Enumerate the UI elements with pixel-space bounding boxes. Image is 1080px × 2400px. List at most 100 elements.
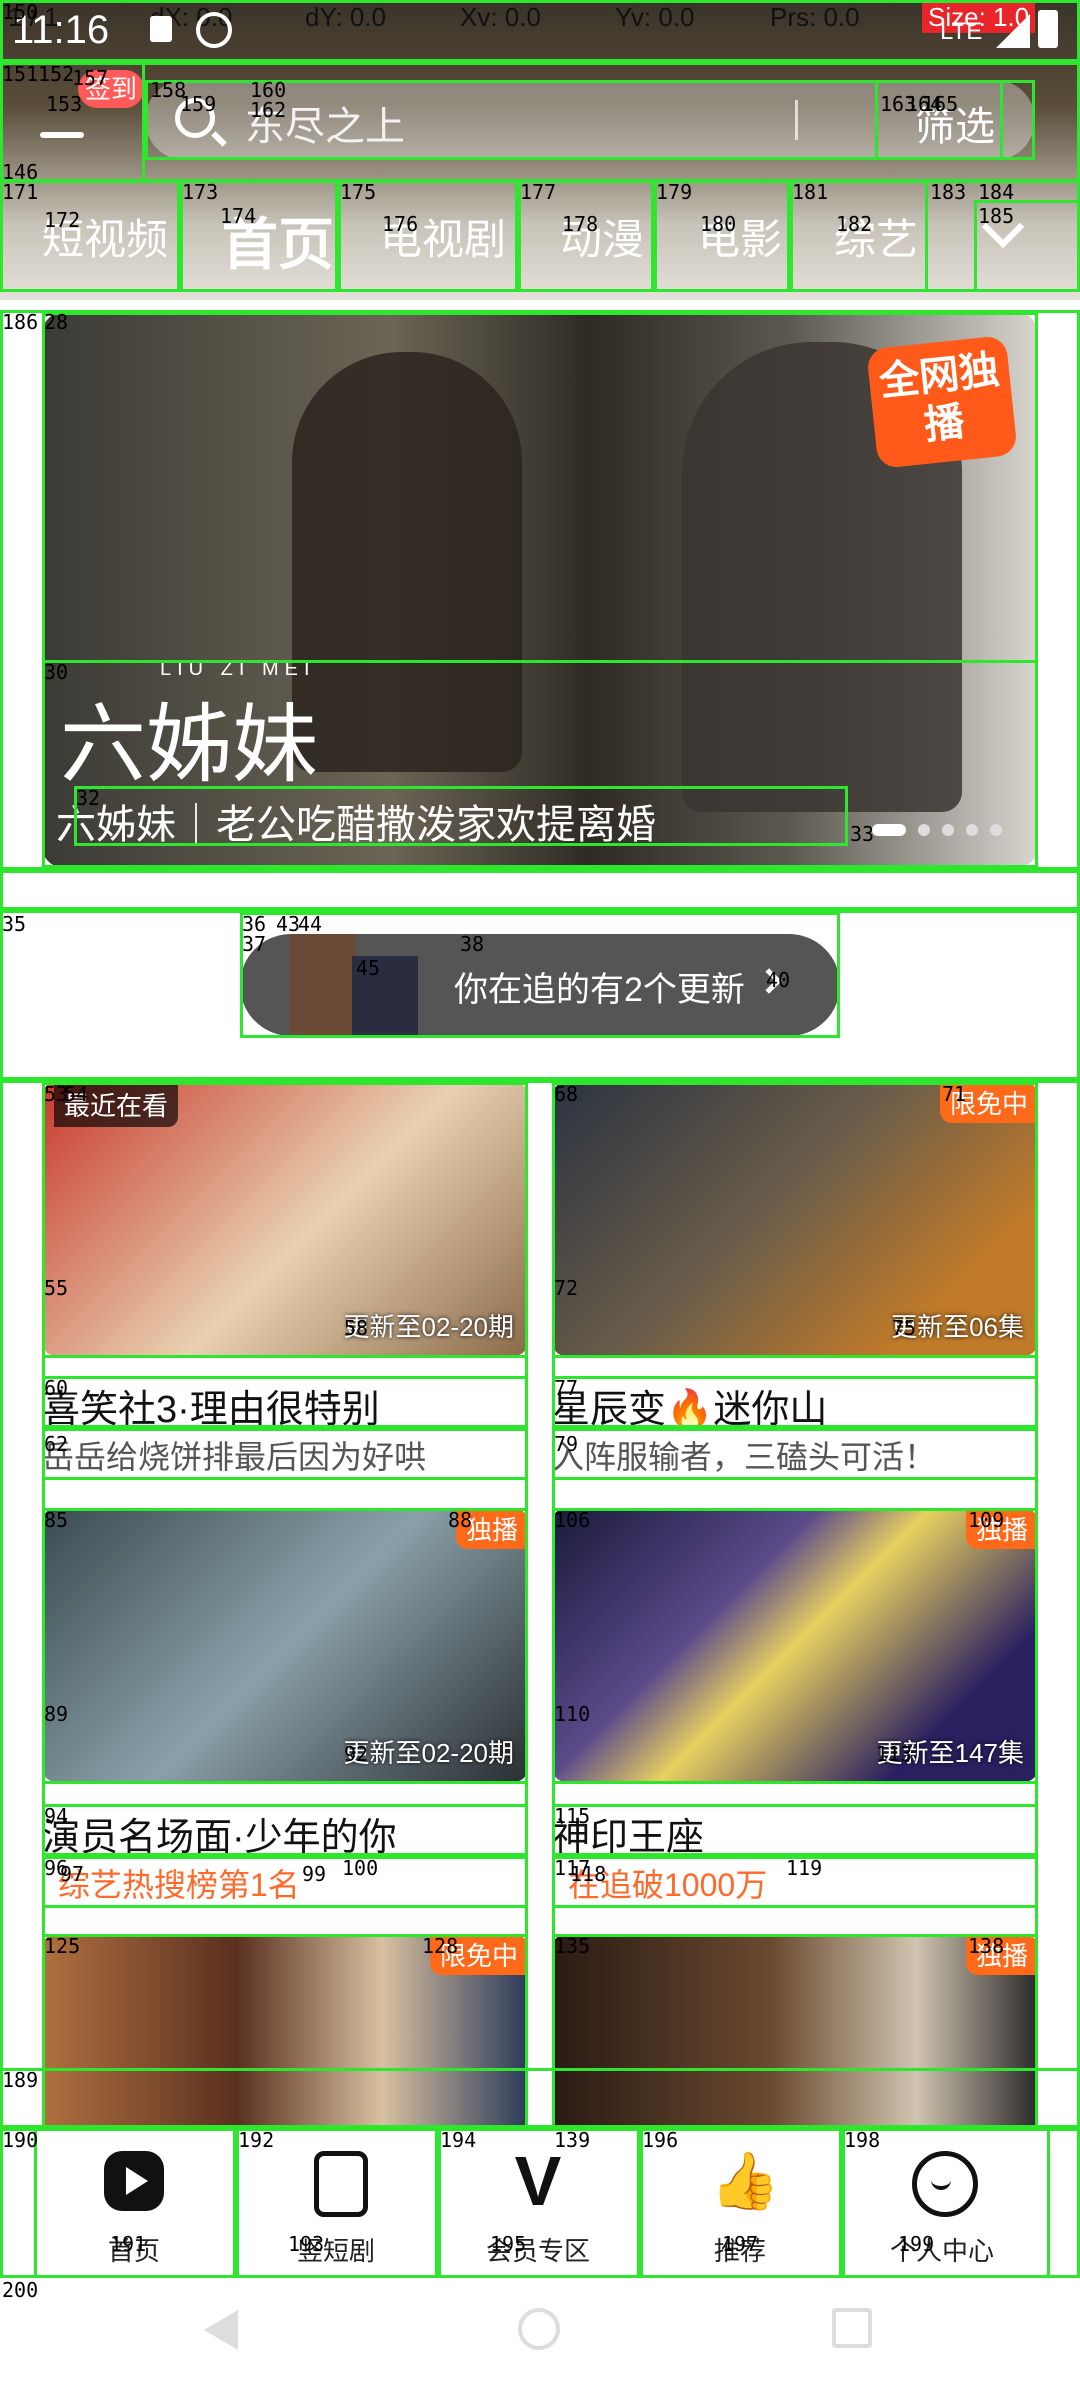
debug-index-tag: 118: [570, 1862, 607, 1886]
debug-box: [42, 1376, 528, 1428]
debug-index-tag: 194: [440, 2128, 477, 2152]
debug-index-tag: 139: [554, 2128, 591, 2152]
debug-index-tag: 146: [2, 160, 39, 184]
debug-index-tag: 160: [250, 78, 287, 102]
debug-index-tag: 125: [44, 1934, 81, 1958]
debug-index-tag: 174: [220, 204, 257, 228]
debug-index-tag: 171: [2, 180, 39, 204]
debug-index-tag: 189: [2, 2068, 39, 2092]
debug-index-tag: 99: [302, 1862, 327, 1886]
debug-index-tag: 135: [554, 1934, 591, 1958]
debug-index-tag: 75: [892, 1316, 917, 1340]
debug-index-tag: 30: [44, 660, 69, 684]
debug-index-tag: 58: [344, 1316, 369, 1340]
debug-index-tag: 54: [64, 1082, 89, 1106]
debug-index-tag: 183: [930, 180, 967, 204]
debug-index-tag: 37: [242, 932, 267, 956]
debug-index-tag: 97: [60, 1862, 85, 1886]
debug-index-tag: 200: [2, 2278, 39, 2302]
debug-index-tag: 60: [44, 1376, 69, 1400]
debug-index-tag: 89: [44, 1702, 69, 1726]
debug-index-tag: 159: [180, 92, 217, 116]
debug-index-tag: 150: [2, 0, 39, 24]
debug-index-tag: 177: [520, 180, 557, 204]
debug-index-tag: 179: [656, 180, 693, 204]
debug-index-tag: 79: [554, 1432, 579, 1456]
debug-box: [552, 1376, 1038, 1428]
debug-index-tag: 180: [700, 212, 737, 236]
debug-index-tag: 35: [2, 912, 27, 936]
debug-box: [42, 1082, 528, 1358]
debug-index-tag: 109: [968, 1508, 1005, 1532]
debug-index-tag: 40: [766, 968, 791, 992]
debug-index-tag: 68: [554, 1082, 579, 1106]
recents-icon[interactable]: [832, 2308, 872, 2348]
debug-index-tag: 72: [554, 1276, 579, 1300]
back-icon[interactable]: [204, 2310, 238, 2350]
debug-index-tag: 115: [554, 1804, 591, 1828]
debug-box: [0, 870, 1080, 910]
debug-index-tag: 157: [72, 66, 109, 90]
debug-index-tag: 94: [44, 1804, 69, 1828]
debug-index-tag: 173: [182, 180, 219, 204]
debug-index-tag: 62: [44, 1432, 69, 1456]
debug-index-tag: 176: [382, 212, 419, 236]
debug-index-tag: 110: [554, 1702, 591, 1726]
debug-index-tag: 28: [44, 310, 69, 334]
debug-index-tag: 191: [110, 2232, 147, 2256]
debug-index-tag: 38: [460, 932, 485, 956]
debug-index-tag: 195: [490, 2232, 527, 2256]
debug-index-tag: 113: [876, 1742, 913, 1766]
debug-index-tag: 100: [342, 1856, 379, 1880]
debug-box: [74, 786, 848, 846]
debug-index-tag: 106: [554, 1508, 591, 1532]
debug-index-tag: 153: [46, 92, 83, 116]
debug-index-tag: 178: [562, 212, 599, 236]
debug-index-tag: 33: [850, 822, 875, 846]
debug-box: [552, 1082, 1038, 1358]
debug-index-tag: 71: [942, 1082, 967, 1106]
debug-index-tag: 186: [2, 310, 39, 334]
debug-index-tag: 43: [276, 912, 301, 936]
debug-index-tag: 92: [344, 1742, 369, 1766]
debug-box: [552, 1508, 1038, 1784]
debug-box: [42, 1804, 528, 1856]
debug-index-tag: 175: [340, 180, 377, 204]
debug-index-tag: 193: [288, 2232, 325, 2256]
debug-box: [42, 1856, 528, 1908]
debug-index-tag: 182: [836, 212, 873, 236]
debug-index-tag: 36: [242, 912, 267, 936]
home-icon[interactable]: [518, 2308, 560, 2350]
debug-index-tag: 185: [978, 204, 1015, 228]
debug-index-tag: 184: [978, 180, 1015, 204]
debug-index-tag: 165: [922, 92, 959, 116]
debug-box: [240, 912, 840, 1038]
debug-index-tag: 192: [238, 2128, 275, 2152]
debug-index-tag: 44: [298, 912, 323, 936]
debug-box: [0, 2068, 1080, 2128]
debug-index-tag: 119: [786, 1856, 823, 1880]
debug-index-tag: 77: [554, 1376, 579, 1400]
debug-index-tag: 128: [422, 1934, 459, 1958]
debug-box: [42, 1428, 528, 1480]
debug-index-tag: 32: [76, 786, 101, 810]
debug-box: [552, 1428, 1038, 1480]
debug-index-tag: 172: [44, 208, 81, 232]
debug-index-tag: 45: [356, 956, 381, 980]
debug-box: [0, 0, 1080, 62]
debug-index-tag: 199: [898, 2232, 935, 2256]
debug-index-tag: 198: [844, 2128, 881, 2152]
debug-index-tag: 85: [44, 1508, 69, 1532]
debug-index-tag: 162: [250, 98, 287, 122]
debug-index-tag: 181: [792, 180, 829, 204]
debug-index-tag: 190: [2, 2128, 39, 2152]
debug-index-tag: 55: [44, 1276, 69, 1300]
debug-index-tag: 151: [2, 62, 39, 86]
debug-box: [42, 1508, 528, 1784]
debug-index-tag: 88: [448, 1508, 473, 1532]
debug-index-tag: 196: [642, 2128, 679, 2152]
debug-index-tag: 152: [38, 62, 75, 86]
debug-box: [552, 1804, 1038, 1856]
debug-index-tag: 138: [968, 1934, 1005, 1958]
system-navigation-bar: [0, 2278, 1080, 2400]
